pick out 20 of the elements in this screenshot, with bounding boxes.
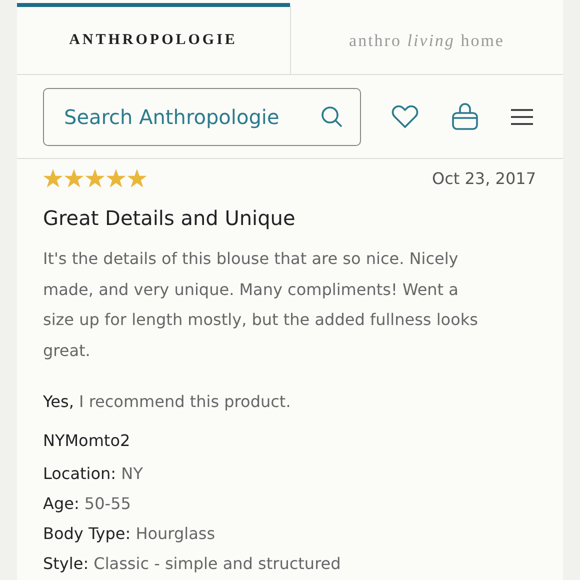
star-icon <box>127 169 147 188</box>
recommendation-text: Yes, I recommend this product. <box>43 392 292 411</box>
reviewer-attribute: Age: 50-55 <box>43 494 132 513</box>
star-icon <box>64 169 84 188</box>
bag-icon[interactable] <box>451 103 479 131</box>
heart-icon[interactable] <box>391 105 419 129</box>
star-icon <box>106 169 126 188</box>
reviewer-name: NYMomto2 <box>43 431 132 450</box>
review-text: It's the details of this blouse that are so nice. Nicely made, and very unique. Many compliments! Went a size up for length mostly, but the added fullness looks great. <box>43 248 479 362</box>
menu-icon[interactable] <box>511 109 533 125</box>
search-icon <box>321 106 343 128</box>
brand-tab[interactable]: ANTHROPOLOGIE <box>17 3 290 74</box>
star-icon <box>85 169 105 188</box>
review-date: Oct 23, 2017 <box>432 169 536 188</box>
reviewer-attribute: Location: NY <box>43 464 144 483</box>
star-icon <box>43 169 63 188</box>
reviewer-attribute: Body Type: Hourglass <box>43 524 216 543</box>
review-title: Great Details and Unique <box>43 206 296 230</box>
search-field[interactable]: Search Anthropologie <box>43 88 361 146</box>
reviewer-attribute: Style: Classic - simple and structured <box>43 554 342 573</box>
